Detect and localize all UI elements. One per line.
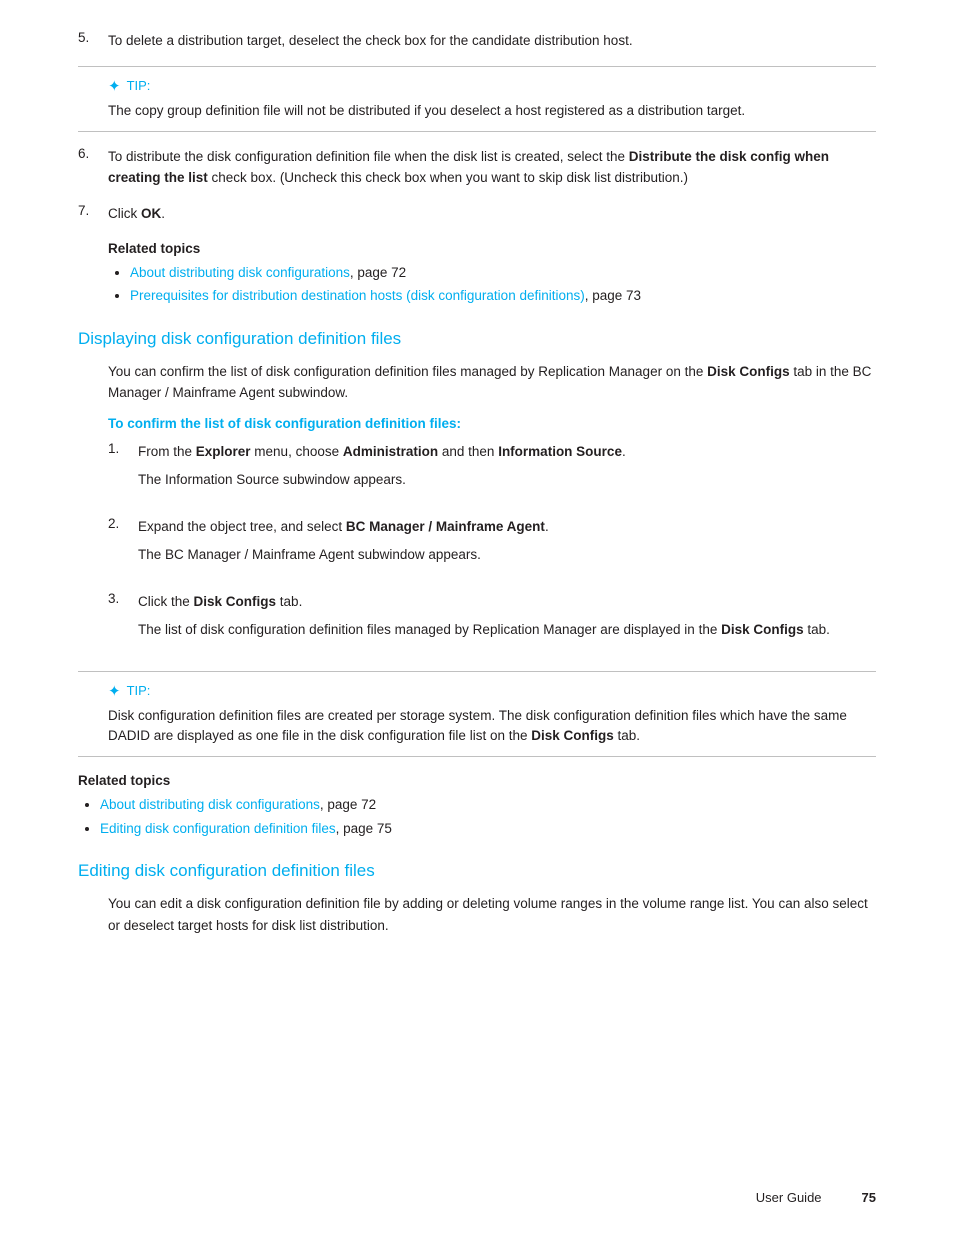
page-footer: User Guide 75 — [756, 1190, 876, 1205]
display-step-2-text: Expand the object tree, and select BC Ma… — [138, 516, 876, 538]
d1-after: . — [622, 444, 626, 459]
step-6-num: 6. — [78, 146, 108, 189]
step-5-content: To delete a distribution target, deselec… — [108, 30, 876, 52]
d2-bold1: BC Manager / Mainframe Agent — [346, 519, 545, 534]
tip-1-label: TIP: — [127, 78, 151, 93]
related-page-1-2: , page 73 — [585, 288, 641, 303]
d1-bold3: Information Source — [498, 444, 622, 459]
d3-note-after: tab. — [804, 622, 830, 637]
display-step-2: 2. Expand the object tree, and select BC… — [78, 516, 876, 577]
tip-icon-2: ✦ — [108, 682, 121, 700]
tip-2-bold: Disk Configs — [531, 728, 614, 743]
d3-note-bold: Disk Configs — [721, 622, 804, 637]
step-7-text-before: Click — [108, 206, 141, 221]
section-editing-body: You can edit a disk configuration defini… — [78, 893, 876, 936]
footer-label: User Guide — [756, 1190, 822, 1205]
related-list-2-item-2: Editing disk configuration definition fi… — [100, 818, 876, 840]
d2-after: . — [545, 519, 549, 534]
related-topics-2-label: Related topics — [78, 773, 876, 788]
related-list-1: About distributing disk configurations, … — [108, 262, 876, 307]
intro-text: You can confirm the list of disk configu… — [108, 364, 707, 379]
page-content: 5. To delete a distribution target, dese… — [0, 0, 954, 1008]
section-displaying-intro: You can confirm the list of disk configu… — [78, 361, 876, 404]
d3-after: tab. — [276, 594, 302, 609]
step-6-content: To distribute the disk configuration def… — [108, 146, 876, 189]
related-list-2: About distributing disk configurations, … — [78, 794, 876, 839]
related-topics-1: Related topics About distributing disk c… — [108, 241, 876, 307]
tip-2-body: Disk configuration definition files are … — [108, 706, 876, 747]
display-step-1-note: The Information Source subwindow appears… — [138, 469, 876, 491]
related-link-2-2[interactable]: Editing disk configuration definition fi… — [100, 821, 336, 836]
step-5-text: To delete a distribution target, deselec… — [108, 33, 633, 48]
step-7-text-after: . — [161, 206, 165, 221]
related-list-1-item-2: Prerequisites for distribution destinati… — [130, 285, 876, 307]
tip-2-label: TIP: — [127, 683, 151, 698]
section-displaying: Displaying disk configuration definition… — [78, 329, 876, 653]
related-topics-2: Related topics About distributing disk c… — [78, 773, 876, 839]
section-displaying-heading: Displaying disk configuration definition… — [78, 329, 876, 349]
d1-mid: menu, choose — [251, 444, 343, 459]
display-step-3-num: 3. — [108, 591, 138, 652]
tip-2-after: tab. — [614, 728, 640, 743]
related-page-2-1: , page 72 — [320, 797, 376, 812]
display-step-2-num: 2. — [108, 516, 138, 577]
d1-mid2: and then — [438, 444, 498, 459]
display-step-3-content: Click the Disk Configs tab. The list of … — [138, 591, 876, 652]
display-step-3: 3. Click the Disk Configs tab. The list … — [78, 591, 876, 652]
step-6-text-after: check box. (Uncheck this check box when … — [208, 170, 688, 185]
related-page-2-2: , page 75 — [336, 821, 392, 836]
d3-bold1: Disk Configs — [194, 594, 277, 609]
d1-bold2: Administration — [343, 444, 438, 459]
tip-2-before: Disk configuration definition files are … — [108, 708, 847, 743]
step-7-bold: OK — [141, 206, 161, 221]
tip-box-2: ✦ TIP: Disk configuration definition fil… — [78, 671, 876, 758]
related-topics-1-label: Related topics — [108, 241, 876, 256]
intro-bold: Disk Configs — [707, 364, 790, 379]
related-list-1-item-1: About distributing disk configurations, … — [130, 262, 876, 284]
d1-before: From the — [138, 444, 196, 459]
sub-proc-heading: To confirm the list of disk configuratio… — [78, 416, 876, 431]
tip-2-header: ✦ TIP: — [108, 682, 876, 700]
related-page-1-1: , page 72 — [350, 265, 406, 280]
d1-bold1: Explorer — [196, 444, 251, 459]
step-7-content: Click OK. — [108, 203, 876, 225]
tip-icon-1: ✦ — [108, 77, 121, 95]
display-step-1: 1. From the Explorer menu, choose Admini… — [78, 441, 876, 502]
related-link-2-1[interactable]: About distributing disk configurations — [100, 797, 320, 812]
step-7: 7. Click OK. — [78, 203, 876, 225]
step-6-text-before: To distribute the disk configuration def… — [108, 149, 629, 164]
related-link-1-1[interactable]: About distributing disk configurations — [130, 265, 350, 280]
display-step-2-content: Expand the object tree, and select BC Ma… — [138, 516, 876, 577]
related-link-1-2[interactable]: Prerequisites for distribution destinati… — [130, 288, 585, 303]
d2-before: Expand the object tree, and select — [138, 519, 346, 534]
d3-before: Click the — [138, 594, 194, 609]
tip-1-body: The copy group definition file will not … — [108, 101, 876, 121]
display-step-1-content: From the Explorer menu, choose Administr… — [138, 441, 876, 502]
step-5: 5. To delete a distribution target, dese… — [78, 30, 876, 52]
display-step-3-note: The list of disk configuration definitio… — [138, 619, 876, 641]
display-step-2-note: The BC Manager / Mainframe Agent subwind… — [138, 544, 876, 566]
display-step-1-text: From the Explorer menu, choose Administr… — [138, 441, 876, 463]
step-6: 6. To distribute the disk configuration … — [78, 146, 876, 189]
display-step-1-num: 1. — [108, 441, 138, 502]
tip-1-header: ✦ TIP: — [108, 77, 876, 95]
display-step-3-text: Click the Disk Configs tab. — [138, 591, 876, 613]
related-list-2-item-1: About distributing disk configurations, … — [100, 794, 876, 816]
section-editing-heading: Editing disk configuration definition fi… — [78, 861, 876, 881]
d3-note-before: The list of disk configuration definitio… — [138, 622, 721, 637]
section-editing: Editing disk configuration definition fi… — [78, 861, 876, 936]
footer-page-num: 75 — [862, 1190, 876, 1205]
tip-box-1: ✦ TIP: The copy group definition file wi… — [78, 66, 876, 132]
step-5-num: 5. — [78, 30, 108, 52]
step-7-num: 7. — [78, 203, 108, 225]
